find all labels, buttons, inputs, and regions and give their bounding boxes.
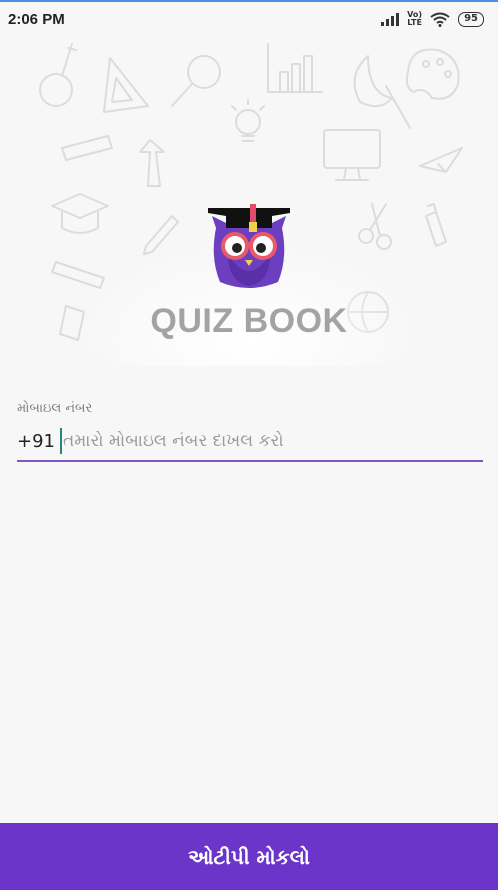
owl-logo <box>200 198 298 296</box>
moon-doodle <box>353 55 393 108</box>
monitor-doodle <box>323 129 381 181</box>
magnifier-doodle <box>171 55 221 107</box>
brand-name: QUIZ BOOK <box>150 302 348 340</box>
mobile-number-input[interactable] <box>63 426 483 456</box>
ruler-doodle <box>61 135 113 161</box>
mobile-number-label: મોબાઇલ નંબર <box>17 401 93 416</box>
volte-bottom-text: LTE <box>407 18 422 27</box>
bulb-doodle <box>231 99 265 142</box>
status-time: 2:06 PM <box>8 10 65 28</box>
flask-doodle <box>39 43 77 107</box>
battery-level: 95 <box>464 12 478 24</box>
glue-doodle <box>425 203 447 247</box>
arrow-doodle <box>139 139 165 187</box>
palette-doodle <box>385 48 460 129</box>
status-icons: Vo) LTE 95 <box>381 11 484 27</box>
set-square-doodle <box>103 57 149 113</box>
country-code: +91 <box>17 430 55 452</box>
mobile-number-field[interactable]: +91 <box>17 422 483 462</box>
text-cursor <box>60 428 62 454</box>
signal-icon <box>381 12 400 26</box>
volte-icon: Vo) LTE <box>407 11 422 27</box>
send-otp-button[interactable]: ઓટીપી મોકલો <box>0 823 498 890</box>
paper-plane-doodle <box>419 147 463 173</box>
bar-chart-doodle <box>267 43 323 93</box>
status-bar: 2:06 PM Vo) LTE 95 <box>0 2 498 36</box>
wifi-icon <box>430 12 450 27</box>
battery-icon: 95 <box>458 11 484 27</box>
owl-graduate-icon <box>208 204 290 288</box>
